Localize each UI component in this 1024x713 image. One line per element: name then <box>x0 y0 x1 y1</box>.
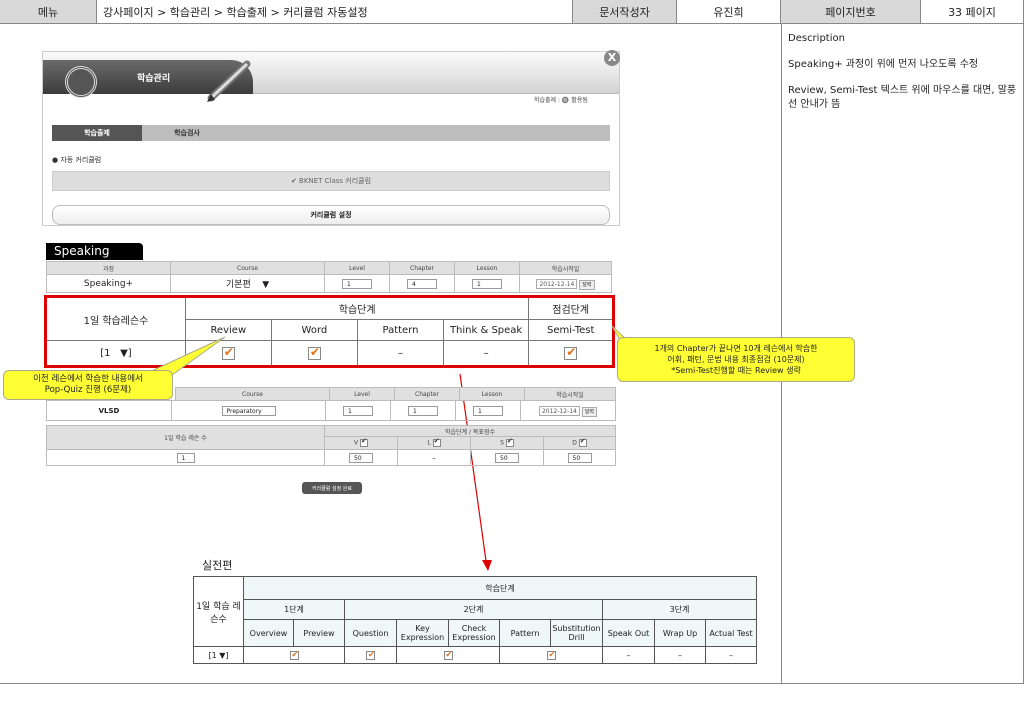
vlsd-table: VLSD Preparatory 1 1 1 2012-12-14 달력 <box>46 400 616 421</box>
semi-test-tooltip-callout: 1개의 Chapter가 끝나면 10개 레슨에서 학습한 어휘, 패턴, 문법… <box>617 337 855 382</box>
vlsd-daily-label: 1일 학습 레슨 수 <box>46 425 325 450</box>
goal-col-s: S <box>500 439 504 447</box>
wrap-up-value: – <box>654 646 706 664</box>
stage-group-2: 2단계 <box>344 599 603 620</box>
col-check-expression: Check Expression <box>448 619 500 647</box>
col-overview: Overview <box>243 619 294 647</box>
vlsd-col-lesson: Lesson <box>459 387 525 401</box>
stage1-checkbox[interactable] <box>289 650 299 660</box>
vlsd-col-start-date: 학습시작일 <box>524 387 616 401</box>
goal-s-select[interactable]: 50 <box>495 453 519 463</box>
practical-daily-value: [1 <box>208 650 217 660</box>
col-speak-out: Speak Out <box>602 619 655 647</box>
practical-stage-table: 1일 학습 레슨수 학습단계 1단계 2단계 3단계 Overview Prev… <box>193 576 757 664</box>
practical-daily-label: 1일 학습 레슨수 <box>193 576 244 647</box>
practical-stage-label: 학습단계 <box>243 576 757 600</box>
page-number-label: 페이지번호 <box>781 0 921 23</box>
col-question: Question <box>344 619 397 647</box>
vlsd-lesson-select[interactable]: 1 <box>473 406 503 416</box>
stage-group-3: 3단계 <box>602 599 757 620</box>
goal-l-checkbox[interactable] <box>432 437 441 447</box>
goal-v-select[interactable]: 50 <box>349 453 373 463</box>
goal-d-checkbox[interactable] <box>578 437 587 447</box>
vlsd-goal-label: 학습단계 / 목표점수 <box>324 425 616 437</box>
col-pattern-practical: Pattern <box>499 619 551 647</box>
dropdown-arrow-icon: ▼] <box>219 650 229 660</box>
vlsd-course-name: VLSD <box>46 400 172 421</box>
goal-col-v: V <box>353 439 359 447</box>
goal-s-checkbox[interactable] <box>505 437 514 447</box>
vlsd-calendar-button[interactable]: 달력 <box>581 406 598 417</box>
description-line-2: Review, Semi-Test 텍스트 위에 마우스를 대면, 말풍선 안내… <box>788 85 1017 110</box>
goal-d-select[interactable]: 50 <box>567 453 592 463</box>
actual-test-value: – <box>705 646 757 664</box>
page-number-value: 33 페이지 <box>921 0 1024 23</box>
vlsd-level-select[interactable]: 1 <box>343 406 373 416</box>
vlsd-col-level: Level <box>329 387 395 401</box>
description-line-1: Speaking+ 과정이 위에 먼저 나오도록 수정 <box>788 59 979 70</box>
vlsd-col-chapter: Chapter <box>394 387 460 401</box>
review-tooltip-callout: 이전 레슨에서 학습한 내용에서 Pop-Quiz 진행 (6문제) <box>3 370 173 400</box>
pattern-drill-checkbox[interactable] <box>546 650 556 660</box>
red-arrow-head <box>482 560 492 571</box>
stage-group-1: 1단계 <box>243 599 345 620</box>
vlsd-table-header-part: Course Level Chapter Lesson 학습시작일 <box>175 387 616 401</box>
vlsd-goal-table: 1일 학습 레슨 수 학습단계 / 목표점수 V L S D 1 50 – 50… <box>46 425 616 466</box>
col-actual-test: Actual Test <box>705 619 757 647</box>
col-wrap-up: Wrap Up <box>654 619 706 647</box>
goal-l-value: – <box>397 449 471 466</box>
practical-title: 실전편 <box>202 559 233 572</box>
col-substitution-drill: Substitution Drill <box>550 619 603 647</box>
description-title: Description <box>788 33 845 44</box>
vlsd-daily-select[interactable]: 1 <box>176 453 195 463</box>
bottom-divider <box>0 683 781 684</box>
question-checkbox[interactable] <box>366 650 375 660</box>
vlsd-col-course: Course <box>175 387 330 401</box>
curriculum-done-button[interactable]: 커리큘럼 설정 완료 <box>302 482 362 494</box>
col-key-expression: Key Expression <box>396 619 449 647</box>
vlsd-chapter-select[interactable]: 1 <box>408 406 438 416</box>
goal-v-checkbox[interactable] <box>360 437 369 447</box>
goal-col-d: D <box>572 439 577 447</box>
col-preview: Preview <box>293 619 345 647</box>
vlsd-course-select[interactable]: Preparatory <box>221 406 276 416</box>
practical-daily-select[interactable]: [1 ▼] <box>193 646 244 664</box>
vlsd-start-date[interactable]: 2012-12-14 <box>538 405 580 416</box>
speak-out-value: – <box>602 646 655 664</box>
expression-checkbox[interactable] <box>443 650 453 660</box>
goal-col-l: L <box>427 439 431 447</box>
